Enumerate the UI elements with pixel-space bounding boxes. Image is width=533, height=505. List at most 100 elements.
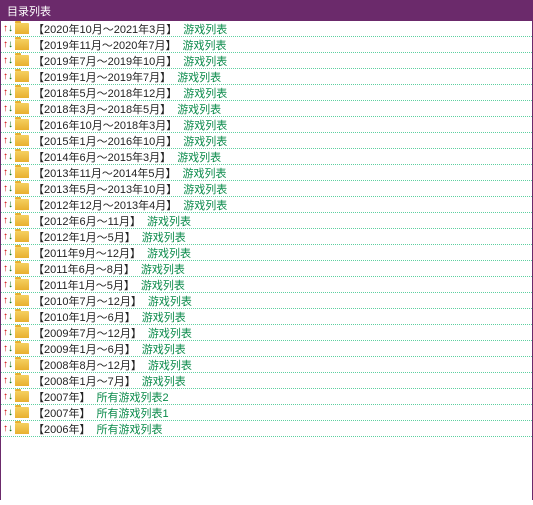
- game-list-link[interactable]: 游戏列表: [183, 133, 227, 149]
- sort-arrows-icon[interactable]: ↑↓: [3, 408, 13, 418]
- sort-arrows-icon[interactable]: ↑↓: [3, 248, 13, 258]
- game-list-link[interactable]: 游戏列表: [141, 277, 185, 293]
- sort-arrows-icon[interactable]: ↑↓: [3, 40, 13, 50]
- sort-arrows-icon[interactable]: ↑↓: [3, 344, 13, 354]
- date-range: 【2009年7月～12月】: [33, 325, 142, 341]
- date-range: 【2011年9月～12月】: [33, 245, 141, 261]
- game-list-link[interactable]: 游戏列表: [183, 181, 227, 197]
- sort-arrows-icon[interactable]: ↑↓: [3, 312, 13, 322]
- date-range: 【2014年6月～2015年3月】: [33, 149, 171, 165]
- game-list-link[interactable]: 所有游戏列表2: [96, 389, 168, 405]
- panel-header: 目录列表: [1, 1, 532, 21]
- arrow-down-icon[interactable]: ↓: [8, 200, 13, 210]
- list-item: ↑↓【2010年1月～6月】游戏列表: [1, 309, 532, 325]
- sort-arrows-icon[interactable]: ↑↓: [3, 136, 13, 146]
- game-list-link[interactable]: 游戏列表: [183, 53, 227, 69]
- game-list-link[interactable]: 游戏列表: [142, 309, 186, 325]
- arrow-down-icon[interactable]: ↓: [8, 168, 13, 178]
- date-range: 【2019年11月～2020年7月】: [33, 37, 176, 53]
- arrow-down-icon[interactable]: ↓: [8, 232, 13, 242]
- sort-arrows-icon[interactable]: ↑↓: [3, 200, 13, 210]
- sort-arrows-icon[interactable]: ↑↓: [3, 24, 13, 34]
- game-list-link[interactable]: 游戏列表: [183, 21, 227, 37]
- arrow-down-icon[interactable]: ↓: [8, 392, 13, 402]
- folder-icon: [15, 359, 29, 370]
- date-range: 【2016年10月～2018年3月】: [33, 117, 177, 133]
- game-list-link[interactable]: 游戏列表: [182, 165, 226, 181]
- list-item: ↑↓【2019年7月～2019年10月】游戏列表: [1, 53, 532, 69]
- sort-arrows-icon[interactable]: ↑↓: [3, 264, 13, 274]
- folder-icon: [15, 423, 29, 434]
- arrow-down-icon[interactable]: ↓: [8, 184, 13, 194]
- arrow-down-icon[interactable]: ↓: [8, 40, 13, 50]
- game-list-link[interactable]: 游戏列表: [141, 261, 185, 277]
- list-item: ↑↓ 【2012年1月～5月】游戏列表: [1, 229, 532, 245]
- game-list-link[interactable]: 游戏列表: [147, 245, 191, 261]
- folder-icon: [15, 183, 29, 194]
- arrow-down-icon[interactable]: ↓: [8, 24, 13, 34]
- arrow-down-icon[interactable]: ↓: [8, 328, 13, 338]
- arrow-down-icon[interactable]: ↓: [8, 264, 13, 274]
- arrow-down-icon[interactable]: ↓: [8, 216, 13, 226]
- game-list-link[interactable]: 游戏列表: [183, 85, 227, 101]
- arrow-down-icon[interactable]: ↓: [8, 344, 13, 354]
- game-list-link[interactable]: 游戏列表: [183, 197, 227, 213]
- arrow-down-icon[interactable]: ↓: [8, 56, 13, 66]
- folder-icon: [15, 407, 29, 418]
- sort-arrows-icon[interactable]: ↑↓: [3, 88, 13, 98]
- sort-arrows-icon[interactable]: ↑↓: [3, 120, 13, 130]
- date-range: 【2008年8月～12月】: [33, 357, 142, 373]
- game-list-link[interactable]: 游戏列表: [148, 325, 192, 341]
- game-list-link[interactable]: 游戏列表: [142, 341, 186, 357]
- sort-arrows-icon[interactable]: ↑↓: [3, 184, 13, 194]
- game-list-link[interactable]: 游戏列表: [177, 69, 221, 85]
- arrow-down-icon[interactable]: ↓: [8, 408, 13, 418]
- sort-arrows-icon[interactable]: ↑↓: [3, 392, 13, 402]
- game-list-link[interactable]: 游戏列表: [142, 373, 186, 389]
- game-list-link[interactable]: 游戏列表: [183, 117, 227, 133]
- sort-arrows-icon[interactable]: ↑↓: [3, 376, 13, 386]
- arrow-down-icon[interactable]: ↓: [8, 248, 13, 258]
- date-range: 【2007年】: [33, 405, 90, 421]
- arrow-down-icon[interactable]: ↓: [8, 424, 13, 434]
- game-list-link[interactable]: 所有游戏列表1: [96, 405, 168, 421]
- game-list-link[interactable]: 游戏列表: [148, 357, 192, 373]
- arrow-down-icon[interactable]: ↓: [8, 296, 13, 306]
- arrow-down-icon[interactable]: ↓: [8, 360, 13, 370]
- arrow-down-icon[interactable]: ↓: [8, 376, 13, 386]
- date-range: 【2012年1月～5月】: [33, 229, 136, 245]
- game-list-link[interactable]: 游戏列表: [148, 293, 192, 309]
- list-item: ↑↓ 【2009年7月～12月】游戏列表: [1, 325, 532, 341]
- game-list-link[interactable]: 游戏列表: [177, 149, 221, 165]
- folder-icon: [15, 231, 29, 242]
- sort-arrows-icon[interactable]: ↑↓: [3, 152, 13, 162]
- arrow-down-icon[interactable]: ↓: [8, 88, 13, 98]
- arrow-down-icon[interactable]: ↓: [8, 152, 13, 162]
- game-list-link[interactable]: 游戏列表: [182, 37, 226, 53]
- sort-arrows-icon[interactable]: ↑↓: [3, 424, 13, 434]
- sort-arrows-icon[interactable]: ↑↓: [3, 360, 13, 370]
- sort-arrows-icon[interactable]: ↑↓: [3, 56, 13, 66]
- game-list-link[interactable]: 所有游戏列表: [96, 421, 162, 437]
- folder-icon: [15, 215, 29, 226]
- arrow-down-icon[interactable]: ↓: [8, 280, 13, 290]
- sort-arrows-icon[interactable]: ↑↓: [3, 232, 13, 242]
- arrow-down-icon[interactable]: ↓: [8, 120, 13, 130]
- game-list-link[interactable]: 游戏列表: [147, 213, 191, 229]
- sort-arrows-icon[interactable]: ↑↓: [3, 296, 13, 306]
- folder-icon: [15, 263, 29, 274]
- sort-arrows-icon[interactable]: ↑↓: [3, 328, 13, 338]
- sort-arrows-icon[interactable]: ↑↓: [3, 216, 13, 226]
- game-list-link[interactable]: 游戏列表: [142, 229, 186, 245]
- sort-arrows-icon[interactable]: ↑↓: [3, 168, 13, 178]
- game-list-link[interactable]: 游戏列表: [177, 101, 221, 117]
- sort-arrows-icon[interactable]: ↑↓: [3, 104, 13, 114]
- arrow-down-icon[interactable]: ↓: [8, 136, 13, 146]
- arrow-down-icon[interactable]: ↓: [8, 72, 13, 82]
- arrow-down-icon[interactable]: ↓: [8, 312, 13, 322]
- sort-arrows-icon[interactable]: ↑↓: [3, 280, 13, 290]
- folder-icon: [15, 119, 29, 130]
- date-range: 【2008年1月～7月】: [33, 373, 136, 389]
- sort-arrows-icon[interactable]: ↑↓: [3, 72, 13, 82]
- arrow-down-icon[interactable]: ↓: [8, 104, 13, 114]
